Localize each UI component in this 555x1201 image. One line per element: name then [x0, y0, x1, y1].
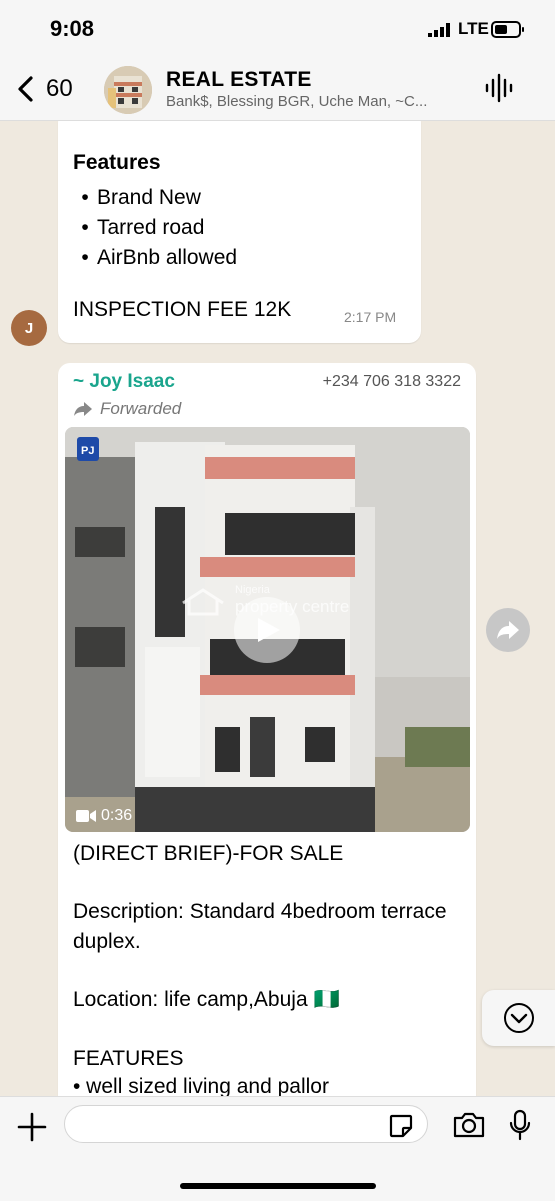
sender-avatar[interactable]: J	[11, 310, 47, 346]
sender-name[interactable]: ~ Joy Isaac	[73, 371, 175, 393]
watermark-title: Nigeria	[235, 584, 270, 596]
message-features-heading: FEATURES	[73, 1047, 184, 1070]
features-title: Features	[73, 151, 161, 174]
back-button[interactable]: 60	[14, 71, 84, 107]
home-indicator	[180, 1183, 376, 1189]
signal-icon	[428, 23, 450, 37]
video-camera-icon	[76, 810, 96, 822]
message-input-bar	[0, 1096, 555, 1201]
unread-count: 60	[46, 75, 73, 102]
list-item: Tarred road	[73, 213, 237, 243]
video-duration: 0:36	[75, 807, 132, 825]
forward-message-button[interactable]	[486, 608, 530, 652]
chat-header: 60 REAL ESTATE Bank$, Blessing BGR, Uche…	[0, 60, 555, 121]
forward-icon	[497, 621, 519, 639]
battery-icon	[491, 21, 524, 38]
chevron-left-icon	[18, 76, 33, 102]
message-description: Description: Standard 4bedroom terrace d…	[73, 900, 447, 953]
forwarded-text: Forwarded	[100, 399, 182, 418]
group-members: Bank$, Blessing BGR, Uche Man, ~C...	[166, 93, 428, 110]
play-icon	[258, 618, 280, 642]
message-location: Location: life camp,Abuja 🇳🇬	[73, 988, 340, 1011]
svg-text:PJ: PJ	[81, 445, 94, 457]
building-icon	[104, 66, 152, 114]
forwarded-label: Forwarded	[73, 399, 181, 419]
play-button[interactable]	[234, 597, 300, 663]
duration-text: 0:36	[101, 807, 133, 824]
camera-icon[interactable]	[452, 1111, 486, 1139]
group-avatar[interactable]	[104, 66, 152, 114]
house-watermark-icon	[182, 588, 224, 616]
scroll-to-bottom-button[interactable]	[482, 990, 555, 1046]
list-item: Brand New	[73, 183, 237, 213]
chevron-down-icon	[503, 1003, 534, 1033]
list-item: AirBnb allowed	[73, 243, 237, 273]
message-bubble[interactable]: Features Brand New Tarred road AirBnb al…	[58, 121, 421, 343]
message-brief: (DIRECT BRIEF)-FOR SALE	[73, 842, 344, 865]
video-thumbnail[interactable]: PJ Nigeria property centre 0:36	[65, 427, 470, 832]
microphone-icon[interactable]	[508, 1109, 532, 1141]
message-bubble[interactable]: ~ Joy Isaac +234 706 318 3322 Forwarded	[58, 363, 476, 1096]
voice-chat-icon[interactable]	[484, 72, 514, 104]
status-bar: 9:08 LTE	[0, 0, 555, 60]
chat-area[interactable]: Features Brand New Tarred road AirBnb al…	[0, 121, 555, 1096]
plus-icon[interactable]	[16, 1111, 48, 1143]
pj-logo: PJ	[77, 437, 99, 461]
sticker-icon[interactable]	[388, 1113, 414, 1139]
status-time: 9:08	[50, 16, 95, 41]
group-title[interactable]: REAL ESTATE	[166, 68, 312, 92]
message-input[interactable]	[64, 1105, 428, 1143]
message-feature-item: • well sized living and pallor	[73, 1075, 329, 1096]
features-list: Brand New Tarred road AirBnb allowed	[73, 183, 237, 273]
inspection-fee: INSPECTION FEE 12K	[73, 298, 292, 321]
sender-phone[interactable]: +234 706 318 3322	[323, 373, 461, 391]
forward-arrow-icon	[74, 402, 92, 416]
message-time: 2:17 PM	[344, 309, 397, 325]
network-type: LTE	[458, 19, 489, 38]
